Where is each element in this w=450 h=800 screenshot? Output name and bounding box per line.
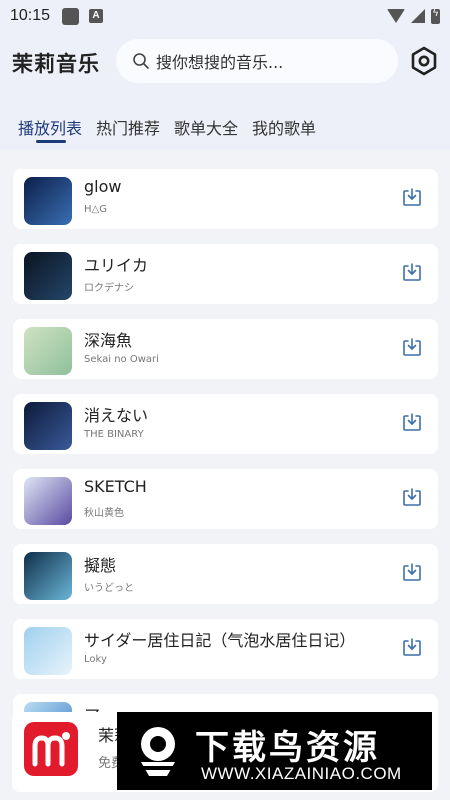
song-title: ユリイカ bbox=[84, 256, 149, 275]
download-icon[interactable] bbox=[402, 187, 422, 207]
watermark-overlay: 下载鸟资源 WWW.XIAZAINIAO.COM bbox=[117, 712, 432, 790]
download-icon[interactable] bbox=[402, 337, 422, 357]
tab-hot-recommend[interactable]: 热门推荐 bbox=[96, 115, 160, 139]
settings-icon[interactable] bbox=[408, 45, 440, 77]
download-icon[interactable] bbox=[402, 412, 422, 432]
tab-all-playlists[interactable]: 歌单大全 bbox=[174, 115, 238, 139]
watermark-title: 下载鸟资源 bbox=[195, 728, 380, 768]
status-icons bbox=[387, 8, 440, 24]
tab-bar: 播放列表 热门推荐 歌单大全 我的歌单 bbox=[18, 115, 330, 143]
song-title: glow bbox=[84, 177, 122, 196]
song-cover bbox=[24, 252, 72, 300]
signal-icon bbox=[411, 9, 425, 23]
song-title: 擬態 bbox=[84, 556, 117, 575]
song-row[interactable]: glow H△G bbox=[13, 169, 438, 229]
song-title: SKETCH bbox=[84, 477, 147, 496]
tab-my-playlists[interactable]: 我的歌单 bbox=[252, 115, 316, 139]
download-icon[interactable] bbox=[402, 262, 422, 282]
song-artist: Loky bbox=[84, 654, 107, 665]
song-title: サイダー居住日記（气泡水居住日记） bbox=[84, 631, 356, 650]
battery-icon bbox=[431, 8, 440, 24]
download-icon[interactable] bbox=[402, 487, 422, 507]
song-title: 消えない bbox=[84, 406, 149, 425]
keyboard-a-icon: A bbox=[89, 9, 104, 23]
song-artist: Sekai no Owari bbox=[84, 354, 159, 365]
download-icon[interactable] bbox=[402, 637, 422, 657]
song-row[interactable]: 擬態 いうどっと bbox=[13, 544, 438, 604]
song-row[interactable]: ユリイカ ロクデナシ bbox=[13, 244, 438, 304]
song-artist: THE BINARY bbox=[84, 429, 144, 440]
search-input[interactable]: 搜你想搜的音乐... bbox=[116, 39, 398, 83]
app-logo-icon bbox=[24, 722, 78, 776]
song-row[interactable]: 消えない THE BINARY bbox=[13, 394, 438, 454]
song-artist: いうどっと bbox=[84, 583, 134, 594]
download-icon[interactable] bbox=[402, 562, 422, 582]
status-bar: 10:15 A bbox=[0, 0, 450, 32]
song-row[interactable]: SKETCH 秋山黄色 bbox=[13, 469, 438, 529]
status-time: 10:15 bbox=[10, 7, 51, 24]
tab-playlist[interactable]: 播放列表 bbox=[18, 115, 82, 143]
app-header: 茉莉音乐 搜你想搜的音乐... bbox=[0, 36, 450, 86]
song-cover bbox=[24, 177, 72, 225]
song-cover bbox=[24, 402, 72, 450]
wifi-icon bbox=[387, 9, 405, 23]
song-artist: H△G bbox=[84, 204, 107, 215]
song-row[interactable]: サイダー居住日記（气泡水居住日记） Loky bbox=[13, 619, 438, 679]
song-title: 深海魚 bbox=[84, 331, 133, 350]
song-cover bbox=[24, 552, 72, 600]
song-cover bbox=[24, 627, 72, 675]
app-title: 茉莉音乐 bbox=[12, 52, 100, 76]
song-cover bbox=[24, 327, 72, 375]
notification-icon bbox=[62, 7, 80, 25]
search-icon bbox=[133, 53, 149, 69]
song-artist: 秋山黄色 bbox=[84, 508, 124, 519]
song-artist: ロクデナシ bbox=[84, 283, 134, 294]
song-row[interactable]: 深海魚 Sekai no Owari bbox=[13, 319, 438, 379]
song-cover bbox=[24, 477, 72, 525]
search-placeholder: 搜你想搜的音乐... bbox=[156, 53, 284, 72]
bird-logo-icon bbox=[135, 727, 181, 776]
watermark-url: WWW.XIAZAINIAO.COM bbox=[201, 764, 402, 783]
